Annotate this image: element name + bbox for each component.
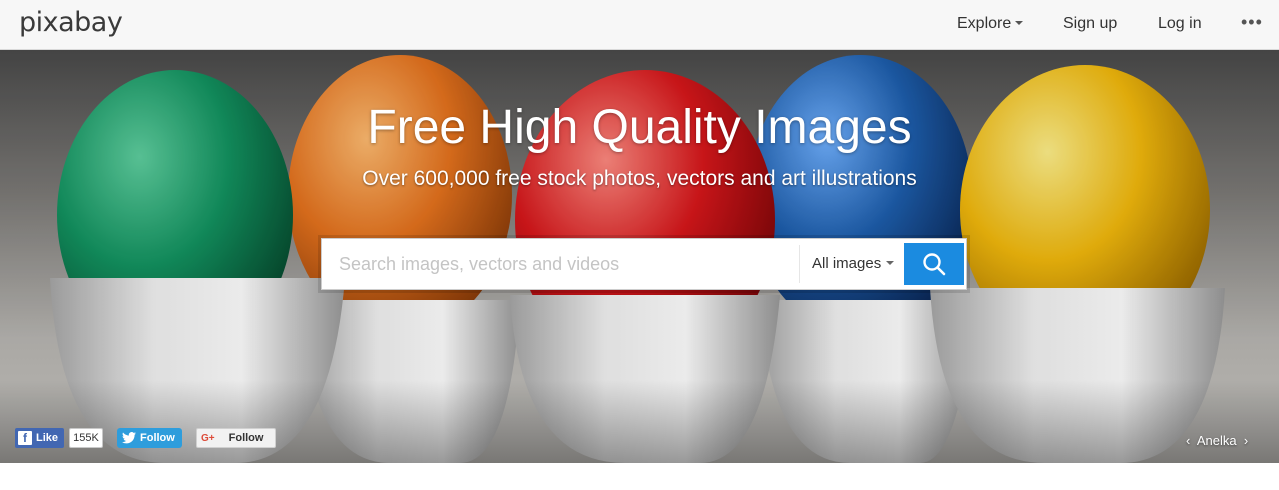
chevron-left-icon[interactable]: ‹ (1186, 433, 1190, 448)
signup-link[interactable]: Sign up (1063, 14, 1117, 34)
more-icon[interactable]: ••• (1241, 12, 1263, 32)
explore-label: Explore (957, 15, 1012, 32)
hero-subtitle: Over 600,000 free stock photos, vectors … (362, 167, 917, 190)
top-navigation: pixabay Explore Sign up Log in ••• (0, 0, 1279, 50)
search-form: All images (321, 238, 967, 290)
chevron-right-icon[interactable]: › (1244, 433, 1248, 448)
photo-credit-author[interactable]: Anelka (1197, 433, 1237, 448)
twitter-follow-label: Follow (140, 432, 175, 444)
media-type-select[interactable]: All images (799, 245, 903, 283)
photo-credit: ‹ Anelka › (1186, 433, 1248, 448)
hero-title: Free High Quality Images (367, 101, 912, 154)
facebook-icon: f (18, 431, 32, 445)
facebook-like-button[interactable]: f Like (15, 428, 64, 448)
login-link[interactable]: Log in (1158, 14, 1202, 34)
facebook-like-count: 155K (69, 428, 103, 448)
search-input[interactable] (322, 239, 799, 289)
google-plus-follow-button[interactable]: G+ Follow (196, 428, 276, 448)
facebook-like-label: Like (36, 432, 59, 444)
chevron-down-icon (1015, 21, 1024, 25)
google-plus-icon: G+ (201, 432, 215, 444)
chevron-down-icon (886, 261, 895, 265)
google-plus-follow-label: Follow (228, 432, 264, 444)
search-button[interactable] (904, 243, 964, 285)
hero-banner: Free High Quality Images Over 600,000 fr… (0, 50, 1279, 463)
pixabay-logo[interactable]: pixabay (19, 6, 123, 40)
media-type-label: All images (812, 255, 882, 272)
explore-menu[interactable]: Explore (957, 14, 1024, 34)
search-icon (923, 253, 946, 276)
twitter-icon (122, 432, 136, 444)
twitter-follow-button[interactable]: Follow (117, 428, 182, 448)
